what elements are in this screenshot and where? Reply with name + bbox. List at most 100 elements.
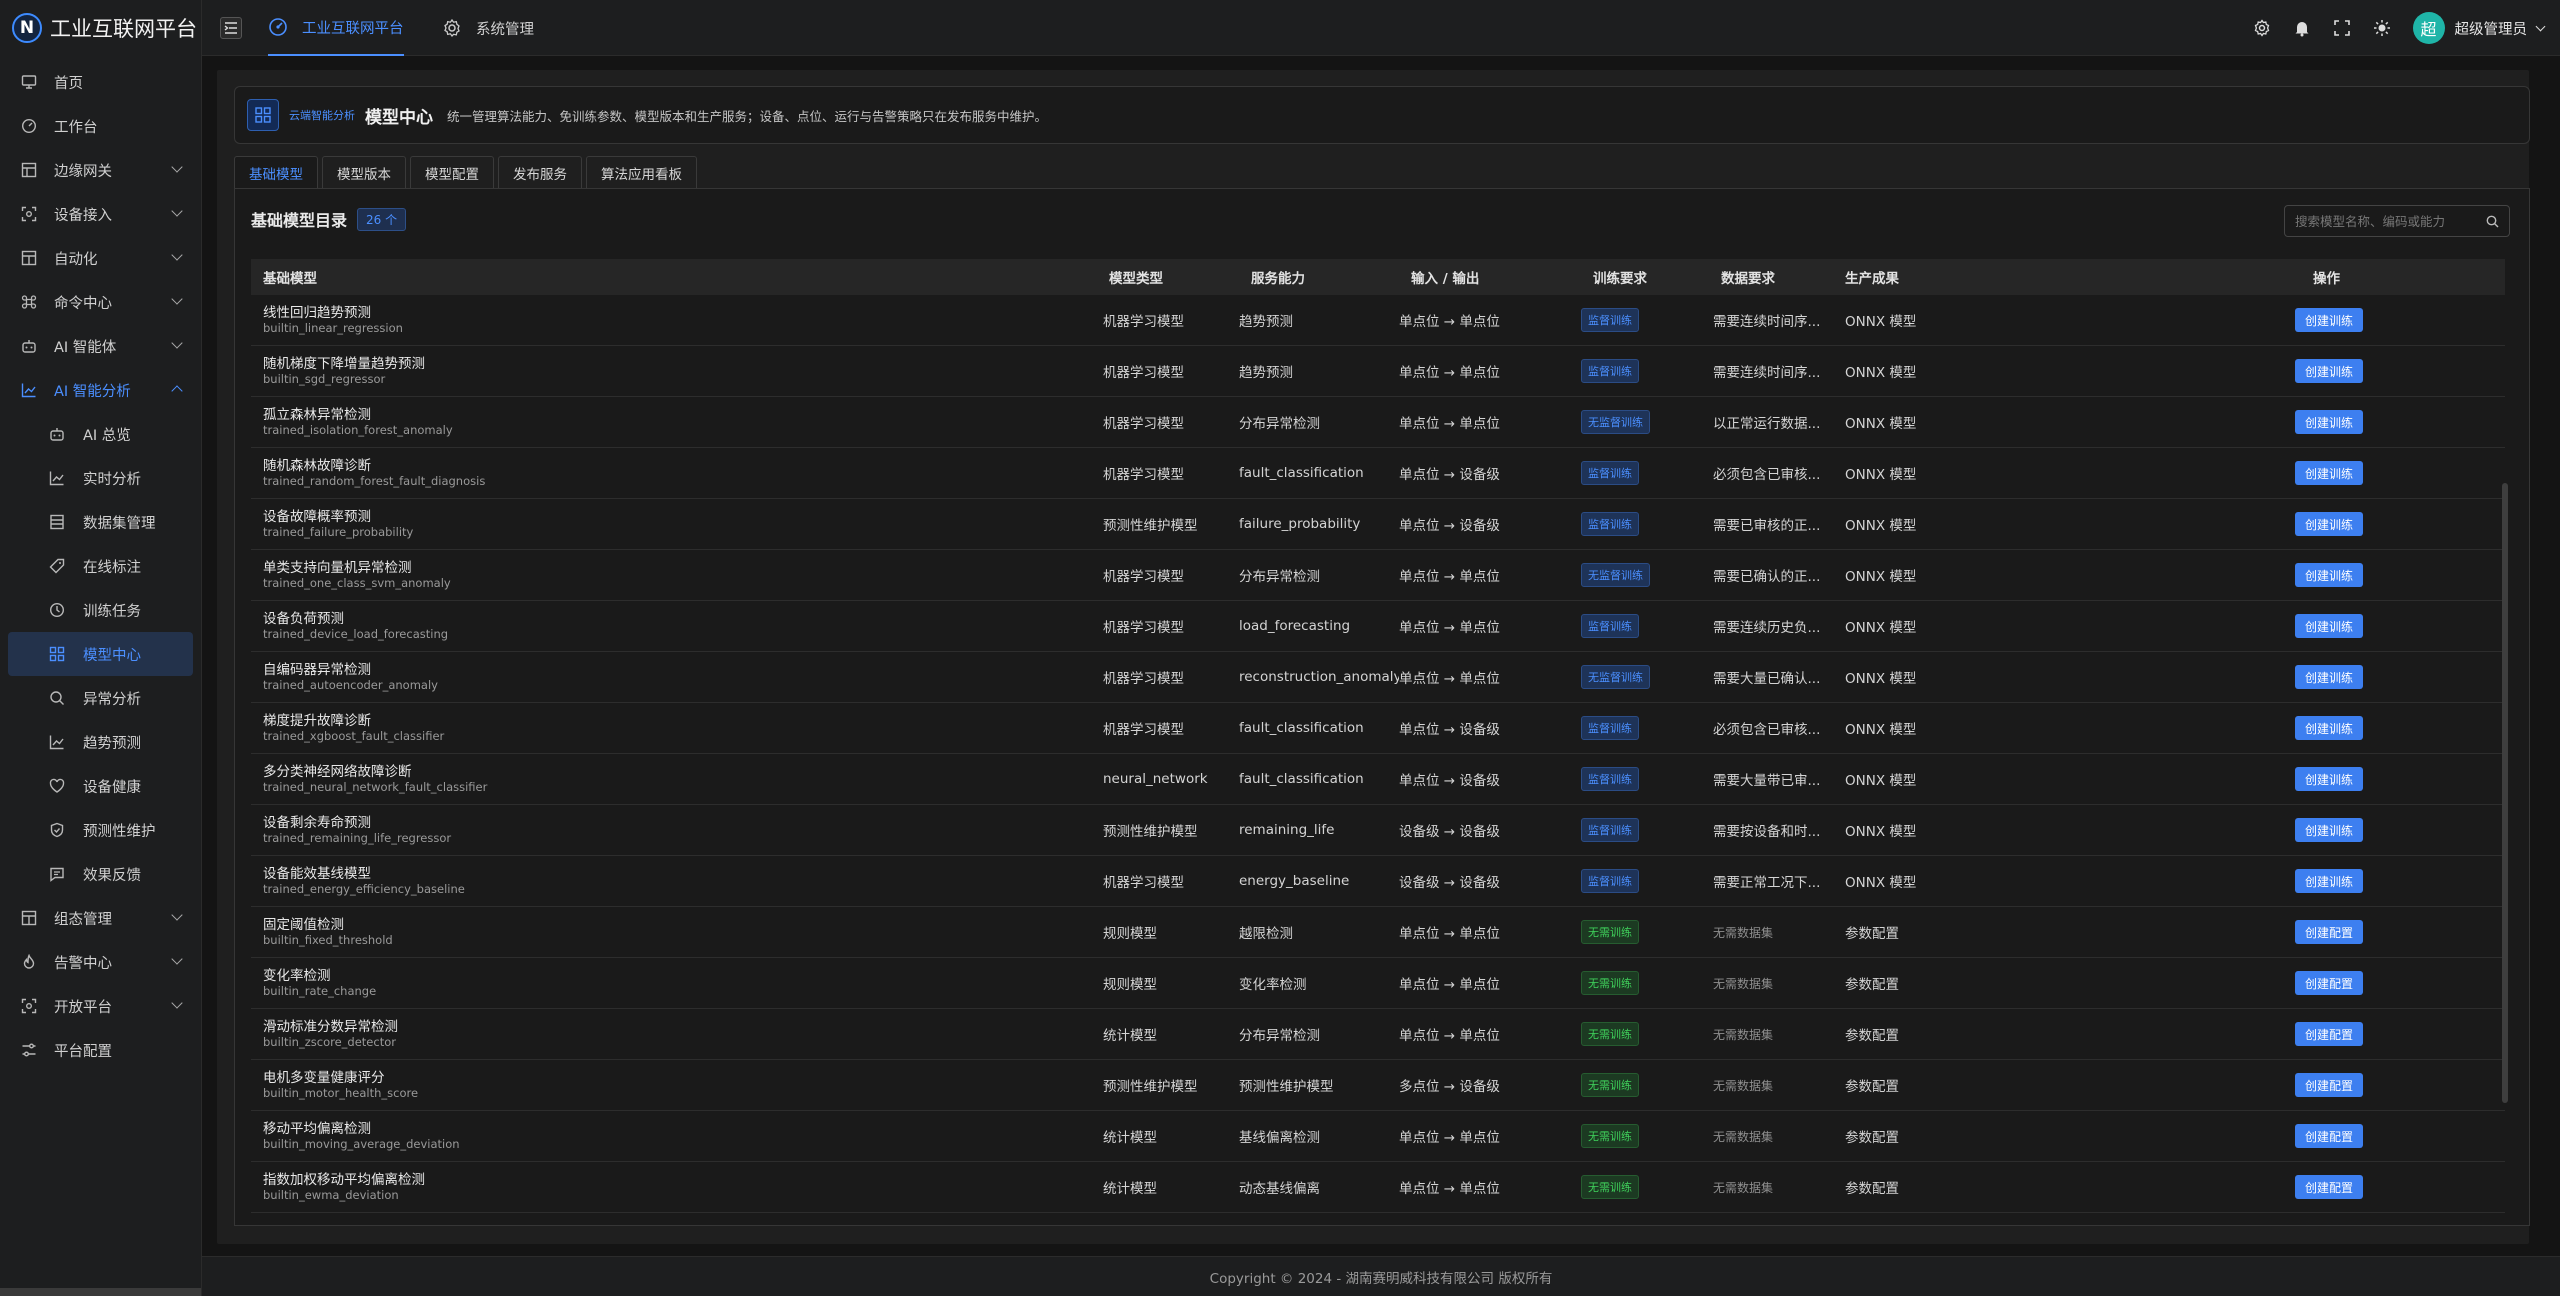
cell-io: 设备级 → 设备级 (1399, 875, 1500, 891)
sidebar-scrollbar[interactable] (0, 1288, 201, 1296)
sidebar-item-sidebar-items-1[interactable]: 工作台 (0, 104, 201, 148)
sidebar-subitem-sidebar-sub_items-5[interactable]: 模型中心 (8, 632, 193, 676)
sidebar-item-sidebar-items_after-1[interactable]: 告警中心 (0, 940, 201, 984)
create-training-button[interactable]: 创建训练 (2295, 716, 2364, 740)
sidebar-subitem-sidebar-sub_items-10[interactable]: 效果反馈 (8, 852, 193, 896)
cell-output: 参数配置 (1845, 977, 1899, 993)
bell-icon[interactable] (2293, 19, 2311, 37)
cell-model-name: 固定阈值检测 builtin_fixed_threshold (251, 917, 1097, 948)
model-name: 随机森林故障诊断 (263, 457, 371, 474)
create-training-button[interactable]: 创建训练 (2295, 614, 2364, 638)
model-name: 变化率检测 (263, 967, 331, 984)
cell-operation: 创建配置 (2295, 1124, 2405, 1148)
cell-operation: 创建训练 (2295, 563, 2405, 587)
clock-icon (48, 602, 65, 619)
vertical-scrollbar[interactable] (2502, 483, 2508, 1103)
cell-model-type: neural_network (1103, 771, 1208, 787)
top-tab-platform[interactable]: 工业互联网平台 (268, 0, 404, 56)
cell-model-name: 自编码器异常检测 trained_autoencoder_anomaly (251, 662, 1097, 693)
create-training-button[interactable]: 创建训练 (2295, 308, 2364, 332)
create-config-button[interactable]: 创建配置 (2295, 1022, 2364, 1046)
sidebar-item-sidebar-items_after-0[interactable]: 组态管理 (0, 896, 201, 940)
sidebar-subitem-sidebar-sub_items-6[interactable]: 异常分析 (8, 676, 193, 720)
tab-model-versions[interactable]: 模型版本 (322, 156, 406, 188)
sidebar-item-sidebar-items-4[interactable]: 自动化 (0, 236, 201, 280)
create-training-button[interactable]: 创建训练 (2295, 818, 2364, 842)
layout-icon (20, 249, 38, 267)
cell-data-requirement: 需要连续历史负... (1713, 620, 1821, 636)
sidebar-item-label: 设备接入 (54, 207, 112, 224)
tab-model-config[interactable]: 模型配置 (410, 156, 494, 188)
cell-capability: 分布异常检测 (1239, 416, 1320, 432)
create-training-button[interactable]: 创建训练 (2295, 512, 2364, 536)
create-training-button[interactable]: 创建训练 (2295, 665, 2364, 689)
create-training-button[interactable]: 创建训练 (2295, 461, 2364, 485)
chart-icon (48, 734, 65, 751)
sidebar-item-sidebar-items-2[interactable]: 边缘网关 (0, 148, 201, 192)
collapse-sidebar-button[interactable] (220, 17, 242, 39)
search-input[interactable] (2295, 213, 2486, 229)
sidebar-item-label: 在线标注 (83, 559, 141, 576)
user-menu[interactable]: 超 超级管理员 (2412, 12, 2546, 44)
tab-publish-service[interactable]: 发布服务 (498, 156, 582, 188)
sidebar-subitem-sidebar-sub_items-4[interactable]: 训练任务 (8, 588, 193, 632)
sidebar-subitem-sidebar-sub_items-7[interactable]: 趋势预测 (8, 720, 193, 764)
sidebar-subitem-sidebar-sub_items-3[interactable]: 在线标注 (8, 544, 193, 588)
tab-base-models[interactable]: 基础模型 (234, 156, 318, 188)
search-box[interactable] (2284, 205, 2510, 237)
cell-model-name: 设备故障概率预测 trained_failure_probability (251, 509, 1097, 540)
cell-capability: 动态基线偏离 (1239, 1181, 1320, 1197)
create-config-button[interactable]: 创建配置 (2295, 1073, 2364, 1097)
sidebar-subitem-sidebar-sub_items-1[interactable]: 实时分析 (8, 456, 193, 500)
create-training-button[interactable]: 创建训练 (2295, 563, 2364, 587)
sidebar-subitem-sidebar-sub_items-9[interactable]: 预测性维护 (8, 808, 193, 852)
sidebar-item-sidebar-items_after-3[interactable]: 平台配置 (0, 1028, 201, 1072)
top-tab-label: 工业互联网平台 (302, 20, 404, 37)
create-training-button[interactable]: 创建训练 (2295, 410, 2364, 434)
create-config-button[interactable]: 创建配置 (2295, 971, 2364, 995)
sidebar-item-sidebar-items-7[interactable]: AI 智能分析 (0, 368, 201, 412)
model-code: builtin_linear_regression (263, 320, 403, 335)
cell-operation: 创建训练 (2295, 359, 2405, 383)
create-config-button[interactable]: 创建配置 (2295, 1175, 2364, 1199)
sidebar-item-label: 组态管理 (54, 911, 112, 928)
sidebar-item-sidebar-items-5[interactable]: 命令中心 (0, 280, 201, 324)
sidebar-item-sidebar-items-6[interactable]: AI 智能体 (0, 324, 201, 368)
create-training-button[interactable]: 创建训练 (2295, 869, 2364, 893)
theme-toggle-icon[interactable] (2373, 19, 2391, 37)
col-output: 生产成果 (1845, 271, 1899, 287)
create-config-button[interactable]: 创建配置 (2295, 920, 2364, 944)
create-training-button[interactable]: 创建训练 (2295, 359, 2364, 383)
create-config-button[interactable]: 创建配置 (2295, 1124, 2364, 1148)
top-tab-system[interactable]: 系统管理 (442, 0, 534, 56)
col-training: 训练要求 (1593, 271, 1647, 287)
cell-capability: energy_baseline (1239, 873, 1350, 889)
tab-algorithm-dashboard[interactable]: 算法应用看板 (586, 156, 697, 188)
table-row: 设备剩余寿命预测 trained_remaining_life_regressor… (251, 805, 2505, 856)
sidebar-subitem-sidebar-sub_items-0[interactable]: AI 总览 (8, 412, 193, 456)
dashboard-icon (20, 117, 38, 135)
table-row: 电机多变量健康评分 builtin_motor_health_score 预测性维护… (251, 1060, 2505, 1111)
search-icon[interactable] (2486, 215, 2499, 228)
model-name: 多分类神经网络故障诊断 (263, 763, 412, 780)
sidebar-item-sidebar-items_after-2[interactable]: 开放平台 (0, 984, 201, 1028)
sidebar-subitem-sidebar-sub_items-2[interactable]: 数据集管理 (8, 500, 193, 544)
monitor-icon (20, 73, 38, 91)
sidebar-subitem-sidebar-sub_items-8[interactable]: 设备健康 (8, 764, 193, 808)
sidebar-item-label: 边缘网关 (54, 163, 112, 180)
cell-io: 单点位 → 单点位 (1399, 314, 1500, 330)
cell-io: 单点位 → 单点位 (1399, 416, 1500, 432)
fullscreen-icon[interactable] (2333, 19, 2351, 37)
cell-training: 无需训练 (1581, 1073, 1713, 1097)
create-training-button[interactable]: 创建训练 (2295, 767, 2364, 791)
table-row: 设备负荷预测 trained_device_load_forecasting 机器学… (251, 601, 2505, 652)
sidebar-item-sidebar-items-0[interactable]: 首页 (0, 60, 201, 104)
app-logo[interactable]: N 工业互联网平台 (0, 0, 201, 56)
settings-icon[interactable] (2253, 19, 2271, 37)
training-badge: 监督训练 (1581, 767, 1639, 791)
cell-data-requirement: 需要已审核的正... (1713, 518, 1821, 534)
gear-icon (444, 18, 460, 38)
sidebar-item-sidebar-items-3[interactable]: 设备接入 (0, 192, 201, 236)
cell-output: 参数配置 (1845, 1181, 1899, 1197)
cell-model-name: 孤立森林异常检测 trained_isolation_forest_anomaly (251, 407, 1097, 438)
